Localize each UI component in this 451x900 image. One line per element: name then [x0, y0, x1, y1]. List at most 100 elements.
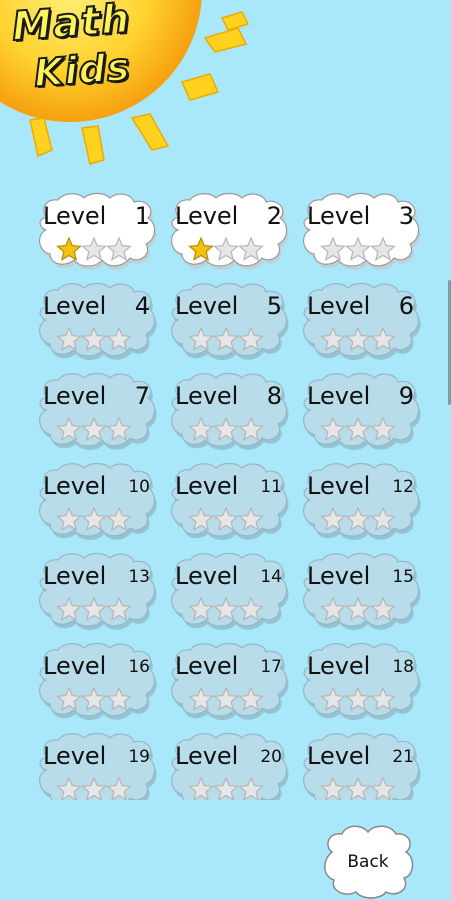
star-rating — [320, 327, 396, 351]
level-label: Level — [307, 562, 371, 590]
star-empty-icon — [81, 687, 107, 711]
level-label: Level — [175, 472, 239, 500]
level-number: 18 — [392, 657, 414, 677]
level-button-17[interactable]: Level 17 — [166, 642, 290, 722]
level-label: Level — [43, 652, 107, 680]
star-rating — [320, 597, 396, 621]
level-button-19[interactable]: Level 19 — [34, 732, 158, 800]
level-number: 4 — [134, 292, 150, 320]
star-rating — [188, 327, 264, 351]
star-empty-icon — [320, 327, 346, 351]
star-filled-icon — [56, 237, 82, 261]
back-button[interactable]: Back — [318, 822, 418, 900]
star-empty-icon — [81, 507, 107, 531]
star-rating — [320, 237, 396, 261]
level-label: Level — [43, 382, 107, 410]
star-empty-icon — [320, 687, 346, 711]
level-button-10[interactable]: Level 10 — [34, 462, 158, 542]
star-filled-icon — [188, 237, 214, 261]
star-rating — [188, 687, 264, 711]
level-number: 10 — [128, 477, 150, 497]
star-rating — [320, 687, 396, 711]
star-empty-icon — [370, 417, 396, 441]
level-number: 6 — [398, 292, 414, 320]
level-number: 9 — [398, 382, 414, 410]
star-empty-icon — [238, 417, 264, 441]
star-empty-icon — [81, 417, 107, 441]
level-label: Level — [43, 472, 107, 500]
level-label: Level — [175, 562, 239, 590]
level-button-8[interactable]: Level 8 — [166, 372, 290, 452]
star-empty-icon — [213, 417, 239, 441]
star-empty-icon — [106, 507, 132, 531]
star-empty-icon — [320, 597, 346, 621]
level-label: Level — [43, 202, 107, 230]
star-empty-icon — [188, 777, 214, 800]
star-empty-icon — [81, 597, 107, 621]
star-empty-icon — [370, 777, 396, 800]
star-empty-icon — [213, 597, 239, 621]
level-number: 21 — [392, 747, 414, 767]
level-label: Level — [43, 742, 107, 770]
level-label: Level — [175, 202, 239, 230]
level-number: 19 — [128, 747, 150, 767]
level-number: 5 — [266, 292, 282, 320]
star-empty-icon — [370, 597, 396, 621]
star-empty-icon — [56, 777, 82, 800]
star-empty-icon — [188, 507, 214, 531]
star-empty-icon — [188, 417, 214, 441]
star-empty-icon — [345, 597, 371, 621]
level-label: Level — [307, 742, 371, 770]
level-button-9[interactable]: Level 9 — [298, 372, 422, 452]
star-empty-icon — [320, 417, 346, 441]
level-button-21[interactable]: Level 21 — [298, 732, 422, 800]
level-button-18[interactable]: Level 18 — [298, 642, 422, 722]
star-empty-icon — [81, 777, 107, 800]
level-button-14[interactable]: Level 14 — [166, 552, 290, 632]
star-empty-icon — [213, 327, 239, 351]
level-label: Level — [175, 652, 239, 680]
level-number: 15 — [392, 567, 414, 587]
level-label: Level — [175, 742, 239, 770]
star-empty-icon — [188, 597, 214, 621]
level-button-16[interactable]: Level 16 — [34, 642, 158, 722]
level-button-11[interactable]: Level 11 — [166, 462, 290, 542]
star-empty-icon — [345, 507, 371, 531]
level-number: 17 — [260, 657, 282, 677]
star-empty-icon — [213, 777, 239, 800]
star-rating — [56, 417, 132, 441]
level-button-15[interactable]: Level 15 — [298, 552, 422, 632]
star-empty-icon — [213, 237, 239, 261]
level-number: 11 — [260, 477, 282, 497]
level-button-4[interactable]: Level 4 — [34, 282, 158, 362]
star-empty-icon — [320, 507, 346, 531]
star-empty-icon — [56, 687, 82, 711]
star-empty-icon — [238, 597, 264, 621]
star-empty-icon — [238, 327, 264, 351]
back-button-label: Back — [347, 852, 389, 872]
star-rating — [188, 507, 264, 531]
star-rating — [320, 417, 396, 441]
star-rating — [56, 687, 132, 711]
level-button-3[interactable]: Level 3 — [298, 192, 422, 272]
level-label: Level — [307, 382, 371, 410]
star-empty-icon — [213, 507, 239, 531]
level-button-2[interactable]: Level 2 — [166, 192, 290, 272]
level-number: 2 — [266, 202, 282, 230]
star-empty-icon — [238, 687, 264, 711]
level-label: Level — [175, 382, 239, 410]
level-label: Level — [307, 292, 371, 320]
level-label: Level — [43, 292, 107, 320]
level-button-6[interactable]: Level 6 — [298, 282, 422, 362]
level-button-5[interactable]: Level 5 — [166, 282, 290, 362]
star-rating — [56, 507, 132, 531]
star-empty-icon — [188, 687, 214, 711]
level-button-12[interactable]: Level 12 — [298, 462, 422, 542]
level-button-13[interactable]: Level 13 — [34, 552, 158, 632]
level-button-20[interactable]: Level 20 — [166, 732, 290, 800]
level-button-1[interactable]: Level 1 — [34, 192, 158, 272]
star-empty-icon — [370, 507, 396, 531]
star-empty-icon — [320, 777, 346, 800]
level-button-7[interactable]: Level 7 — [34, 372, 158, 452]
star-empty-icon — [106, 597, 132, 621]
